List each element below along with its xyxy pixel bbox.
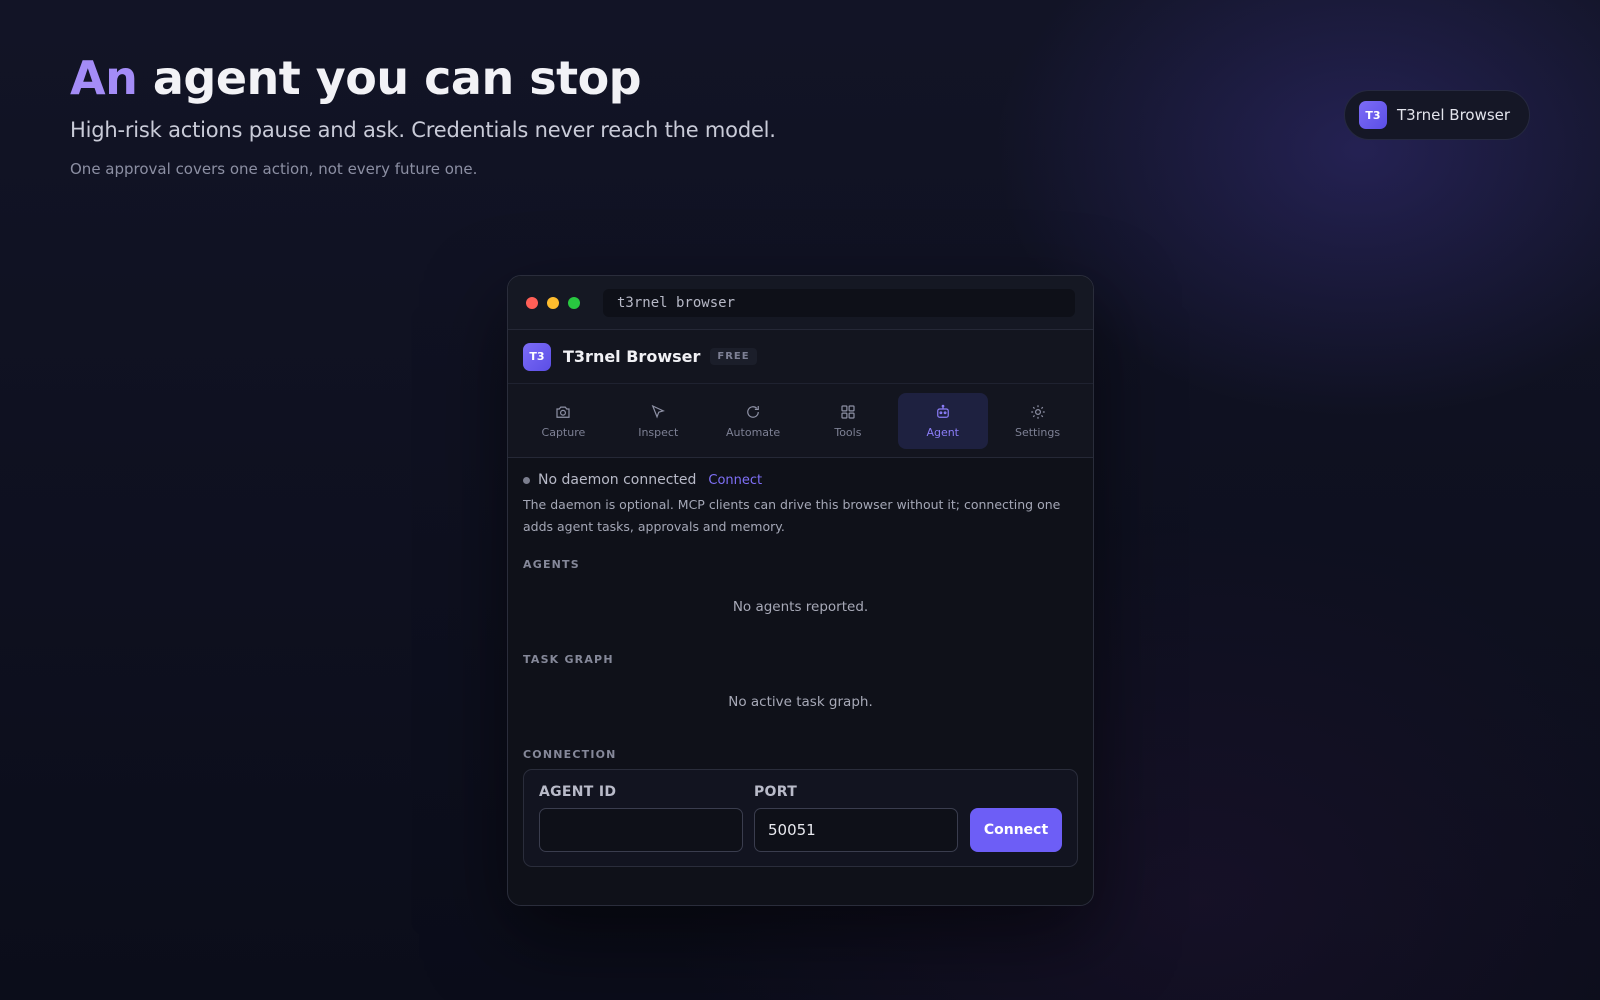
hero-title-accent: An	[70, 51, 138, 105]
hero-note: One approval covers one action, not ever…	[70, 160, 478, 178]
port-input[interactable]	[754, 808, 958, 852]
status-text: No daemon connected	[538, 472, 697, 488]
task-graph-empty-state: No active task graph.	[728, 694, 873, 710]
tab-label: Capture	[541, 425, 586, 439]
agent-panel: No daemon connected Connect The daemon i…	[508, 472, 1093, 867]
app-header: T3 T3rnel Browser FREE	[508, 330, 1093, 384]
tab-tools[interactable]: Tools	[803, 393, 893, 449]
daemon-status: No daemon connected Connect	[523, 472, 1078, 488]
tab-automate[interactable]: Automate	[708, 393, 798, 449]
tab-label: Agent	[926, 425, 959, 439]
tab-label: Settings	[1014, 425, 1061, 439]
plan-badge: FREE	[710, 348, 757, 365]
status-description: The daemon is optional. MCP clients can …	[523, 497, 1061, 534]
tab-agent[interactable]: Agent	[897, 392, 988, 449]
task-graph-section-label: TASK GRAPH	[523, 653, 614, 666]
brand-pill-label: T3rnel Browser	[1397, 106, 1511, 124]
connect-button[interactable]: Connect	[970, 808, 1062, 852]
hero-subtitle: High-risk actions pause and ask. Credent…	[70, 118, 776, 142]
app-name: T3rnel Browser	[563, 347, 701, 366]
refresh-icon	[747, 405, 759, 418]
cursor-icon	[651, 404, 666, 419]
status-dot-icon	[523, 476, 530, 484]
connection-section-label: CONNECTION	[523, 748, 617, 761]
tab-capture[interactable]: Capture	[519, 393, 609, 449]
hero: An agent you can stop High-risk actions …	[70, 48, 776, 178]
tab-bar: Capture Inspect Automate Tools Agent Set…	[508, 384, 1093, 458]
browser-window: t3rnel browser T3 T3rnel Browser FREE Ca…	[507, 275, 1094, 906]
tab-label: Inspect	[638, 425, 679, 439]
connect-link[interactable]: Connect	[708, 473, 762, 488]
maximize-window-button[interactable]	[568, 296, 580, 309]
tab-settings[interactable]: Settings	[993, 393, 1083, 449]
hero-title-rest: agent you can stop	[137, 51, 642, 105]
tab-label: Tools	[834, 425, 862, 439]
agent-id-field-group: AGENT ID	[539, 784, 743, 852]
robot-icon	[936, 404, 949, 418]
tab-label: Automate	[726, 425, 781, 439]
agents-section-label: AGENTS	[523, 558, 580, 571]
port-field-group: PORT	[754, 784, 958, 852]
hero-title: An agent you can stop	[70, 48, 776, 108]
agent-id-input[interactable]	[539, 808, 743, 852]
connection-form: AGENT ID PORT Connect	[523, 769, 1078, 867]
window-titlebar: t3rnel browser	[508, 276, 1093, 330]
camera-icon	[556, 406, 571, 418]
port-label: PORT	[754, 784, 798, 800]
agent-id-label: AGENT ID	[539, 784, 617, 800]
minimize-window-button[interactable]	[547, 296, 559, 309]
address-bar[interactable]: t3rnel browser	[603, 288, 1075, 317]
brand-pill[interactable]: T3 T3rnel Browser	[1344, 90, 1530, 140]
gear-icon	[1030, 404, 1045, 419]
agents-empty-state: No agents reported.	[732, 599, 869, 615]
close-window-button[interactable]	[526, 296, 538, 309]
tab-inspect[interactable]: Inspect	[613, 393, 703, 449]
t3-logo-icon: T3	[1359, 101, 1387, 129]
grid-icon	[841, 404, 855, 419]
app-logo-icon: T3	[523, 342, 551, 371]
